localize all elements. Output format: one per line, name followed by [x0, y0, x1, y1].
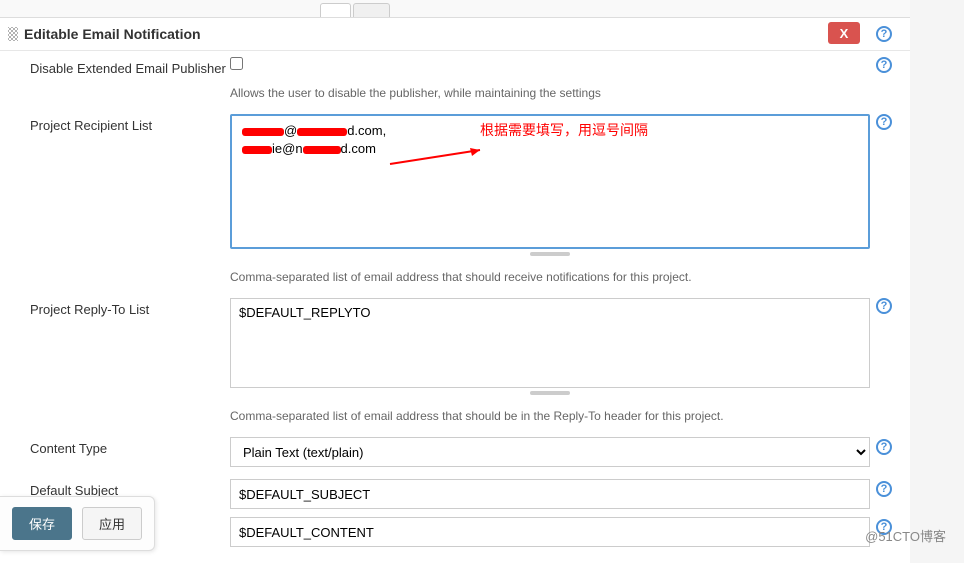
tab[interactable] — [353, 3, 390, 17]
textarea-recipients[interactable] — [230, 114, 870, 249]
row-content-type: Content Type Plain Text (text/plain) ? — [0, 431, 910, 473]
watermark: @51CTO博客 — [865, 526, 946, 545]
tabs-bar — [0, 0, 910, 18]
select-content-type[interactable]: Plain Text (text/plain) — [230, 437, 870, 467]
resize-handle[interactable] — [530, 252, 570, 256]
help-icon[interactable]: ? — [876, 439, 892, 455]
help-icon[interactable]: ? — [876, 26, 892, 42]
drag-handle-icon[interactable] — [8, 27, 18, 41]
row-disable-publisher: Disable Extended Email Publisher ? — [0, 51, 910, 82]
label-replyto: Project Reply-To List — [30, 298, 230, 317]
row-replyto: Project Reply-To List $DEFAULT_REPLYTO ? — [0, 292, 910, 401]
footer-buttons: 保存 应用 — [0, 496, 155, 551]
save-button[interactable]: 保存 — [12, 507, 72, 540]
section-header: Editable Email Notification X ? — [0, 18, 910, 51]
checkbox-disable-publisher[interactable] — [230, 57, 243, 70]
help-icon[interactable]: ? — [876, 57, 892, 73]
close-button[interactable]: X — [828, 22, 860, 44]
label-recipients: Project Recipient List — [30, 114, 230, 133]
input-content[interactable] — [230, 517, 870, 547]
hint-replyto: Comma-separated list of email address th… — [0, 401, 910, 431]
hint-disable-publisher: Allows the user to disable the publisher… — [0, 82, 910, 108]
resize-handle[interactable] — [530, 391, 570, 395]
textarea-replyto[interactable]: $DEFAULT_REPLYTO — [230, 298, 870, 388]
input-subject[interactable] — [230, 479, 870, 509]
row-recipients: Project Recipient List @d.com, ie@nd.com… — [0, 108, 910, 262]
section-title: Editable Email Notification — [24, 26, 201, 42]
label-disable-publisher: Disable Extended Email Publisher — [30, 57, 230, 76]
apply-button[interactable]: 应用 — [82, 507, 142, 540]
tab-active[interactable] — [320, 3, 351, 17]
help-icon[interactable]: ? — [876, 298, 892, 314]
help-icon[interactable]: ? — [876, 114, 892, 130]
hint-recipients: Comma-separated list of email address th… — [0, 262, 910, 292]
label-content-type: Content Type — [30, 437, 230, 456]
help-icon[interactable]: ? — [876, 481, 892, 497]
